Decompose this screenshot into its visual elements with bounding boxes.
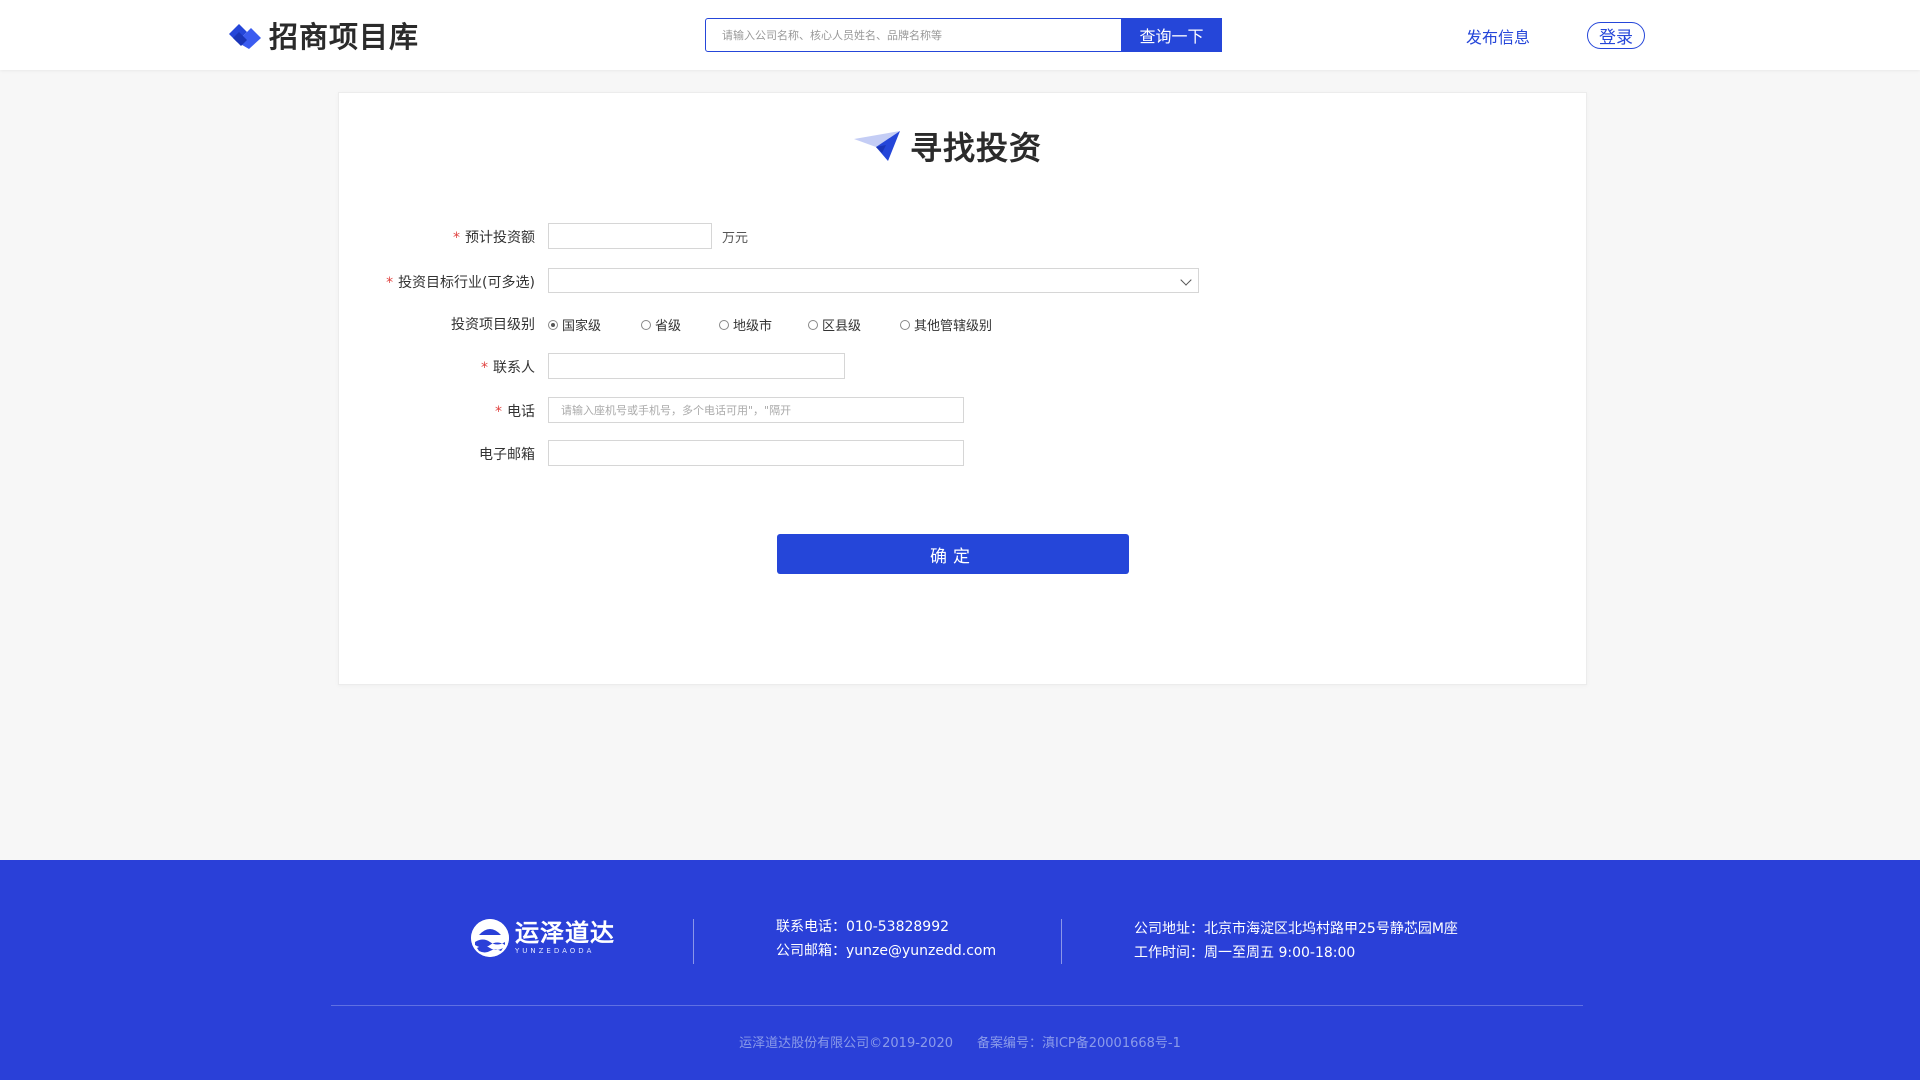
email-input[interactable]	[549, 441, 963, 465]
icp-record: 备案编号：滇ICP备20001668号-1	[976, 1036, 1181, 1051]
amount-label: * 预计投资额	[453, 230, 535, 246]
publish-info-link[interactable]: 发布信息	[1466, 24, 1530, 48]
site-footer: 运泽道达 YUNZEDAODA 联系电话：010-53828992 公司邮箱：y…	[0, 860, 1920, 1080]
site-logo[interactable]: 招商项目库	[227, 15, 419, 55]
email-field	[548, 440, 964, 466]
footer-divider-vertical	[1061, 919, 1062, 964]
amount-input[interactable]	[549, 224, 711, 248]
footer-divider-vertical	[693, 919, 694, 964]
search-input[interactable]	[706, 19, 1121, 51]
radio-button[interactable]	[719, 319, 729, 330]
login-button[interactable]: 登录	[1587, 22, 1645, 49]
required-mark: *	[453, 230, 460, 246]
amount-field	[548, 223, 712, 249]
handshake-logo-icon	[229, 24, 261, 49]
footer-logo: 运泽道达 YUNZEDAODA	[471, 919, 615, 957]
footer-copyright: 运泽道达股份有限公司©2019-2020 备案编号：滇ICP备20001668号-…	[0, 1032, 1920, 1051]
radio-national[interactable]: 国家级	[548, 315, 601, 334]
footer-logo-cn: 运泽道达	[515, 919, 615, 947]
footer-email: 公司邮箱：yunze@yunzedd.com	[776, 943, 997, 959]
contact-input[interactable]	[549, 354, 844, 378]
search-button[interactable]: 查询一下	[1121, 18, 1222, 52]
radio-button[interactable]	[641, 319, 651, 330]
footer-logo-en: YUNZEDAODA	[515, 947, 595, 955]
radio-button[interactable]	[900, 319, 910, 330]
copyright-text: 运泽道达股份有限公司©2019-2020	[739, 1036, 953, 1051]
phone-input[interactable]	[549, 398, 963, 422]
phone-label: * 电话	[495, 404, 535, 420]
required-mark: *	[386, 275, 394, 291]
footer-address: 公司地址：北京市海淀区北坞村路甲25号静芯园M座	[1134, 921, 1458, 937]
radio-button-selected[interactable]	[548, 319, 558, 330]
top-header: 招商项目库 查询一下 发布信息 登录	[0, 0, 1920, 70]
industry-select[interactable]	[548, 268, 1199, 293]
level-label: 投资项目级别	[451, 317, 535, 333]
find-investment-card	[338, 92, 1587, 685]
phone-field	[548, 397, 964, 423]
footer-divider-horizontal	[331, 1005, 1583, 1006]
paper-plane-icon	[854, 131, 900, 161]
boat-wave-logo-icon	[471, 919, 509, 957]
required-mark: *	[495, 404, 502, 420]
site-logo-text: 招商项目库	[269, 20, 420, 54]
footer-contact: 联系电话：010-53828992 公司邮箱：yunze@yunzedd.com	[776, 915, 996, 963]
required-mark: *	[481, 360, 488, 376]
radio-button[interactable]	[808, 319, 818, 330]
industry-label: * 投资目标行业(可多选)	[386, 275, 535, 291]
amount-unit: 万元	[722, 231, 749, 246]
footer-hours: 工作时间：周一至周五 9:00-18:00	[1134, 945, 1356, 961]
radio-other-level[interactable]: 其他管辖级别	[900, 315, 992, 334]
radio-district-county[interactable]: 区县级	[808, 315, 861, 334]
contact-label: * 联系人	[481, 360, 535, 376]
search-bar: 查询一下	[705, 18, 1222, 52]
footer-phone: 联系电话：010-53828992	[776, 919, 950, 935]
contact-field	[548, 353, 845, 379]
radio-prefecture-city[interactable]: 地级市	[719, 315, 772, 334]
chevron-down-icon	[1180, 274, 1192, 286]
page-title: 寻找投资	[852, 123, 1042, 169]
radio-provincial[interactable]: 省级	[641, 315, 681, 334]
email-label: 电子邮箱	[479, 447, 535, 463]
page-title-text: 寻找投资	[910, 129, 1043, 167]
confirm-button[interactable]: 确定	[777, 534, 1129, 574]
footer-address-block: 公司地址：北京市海淀区北坞村路甲25号静芯园M座 工作时间：周一至周五 9:00…	[1134, 917, 1458, 965]
